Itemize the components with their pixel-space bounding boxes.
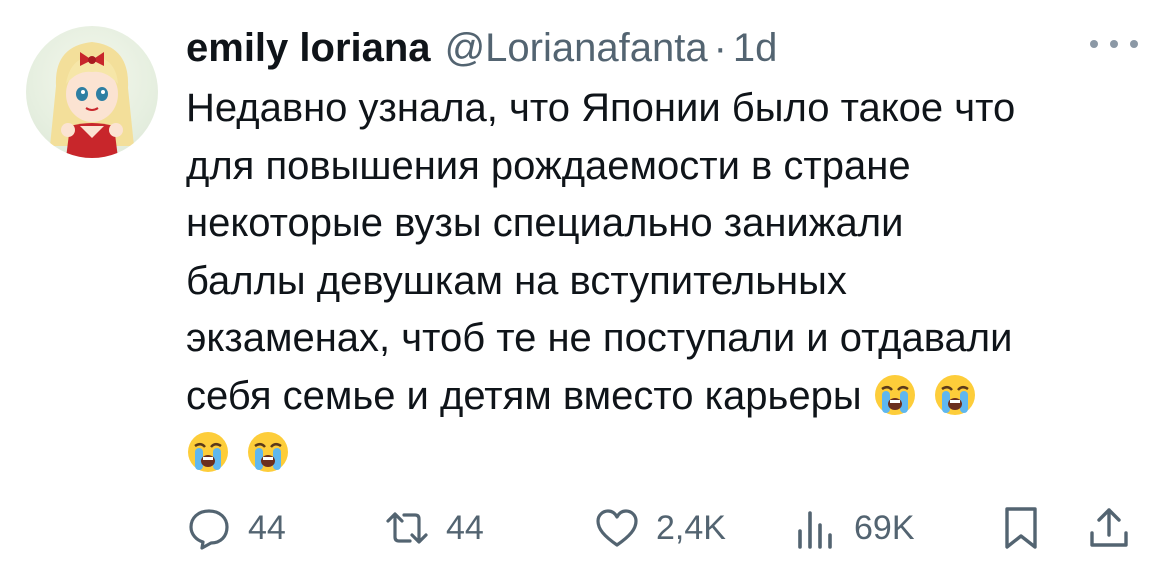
author-name[interactable]: emily loriana: [186, 22, 431, 74]
views-button[interactable]: 69K: [792, 500, 915, 556]
emoji-group-inline: [862, 374, 977, 418]
bookmark-button[interactable]: [998, 500, 1060, 556]
view-count: 69K: [854, 509, 915, 547]
reply-button[interactable]: 44: [186, 500, 286, 556]
bookmark-icon: [1005, 507, 1037, 549]
action-bar: 44 44 2,4K 69K: [186, 500, 1136, 556]
avatar-image: [50, 42, 134, 158]
tweet-text: Недавно узнала, что Японии было такое чт…: [186, 80, 1146, 483]
heart-icon: [596, 509, 638, 547]
like-button[interactable]: 2,4K: [594, 500, 726, 556]
reply-icon: [189, 509, 229, 550]
loudly-crying-face-icon: [934, 374, 975, 415]
avatar[interactable]: [26, 26, 158, 158]
author-handle[interactable]: @Lorianafanta: [445, 22, 708, 74]
tweet-header: emily loriana @Lorianafanta · 1d: [186, 22, 777, 74]
more-icon[interactable]: [1090, 36, 1138, 52]
like-count: 2,4K: [656, 509, 726, 547]
retweet-icon: [386, 512, 428, 544]
share-icon: [1090, 508, 1128, 547]
loudly-crying-face-icon: [248, 432, 288, 472]
loudly-crying-face-icon: [188, 432, 228, 472]
retweet-count: 44: [446, 509, 484, 547]
emoji-group-second-line: [186, 431, 290, 475]
retweet-button[interactable]: 44: [384, 500, 484, 556]
timestamp[interactable]: 1d: [733, 22, 778, 74]
tweet-body: Недавно узнала, что Японии было такое чт…: [186, 86, 1016, 418]
reply-count: 44: [248, 509, 286, 547]
loudly-crying-face-icon: [874, 374, 915, 415]
separator: ·: [713, 26, 727, 70]
share-button[interactable]: [1086, 500, 1148, 556]
views-icon: [798, 511, 832, 549]
